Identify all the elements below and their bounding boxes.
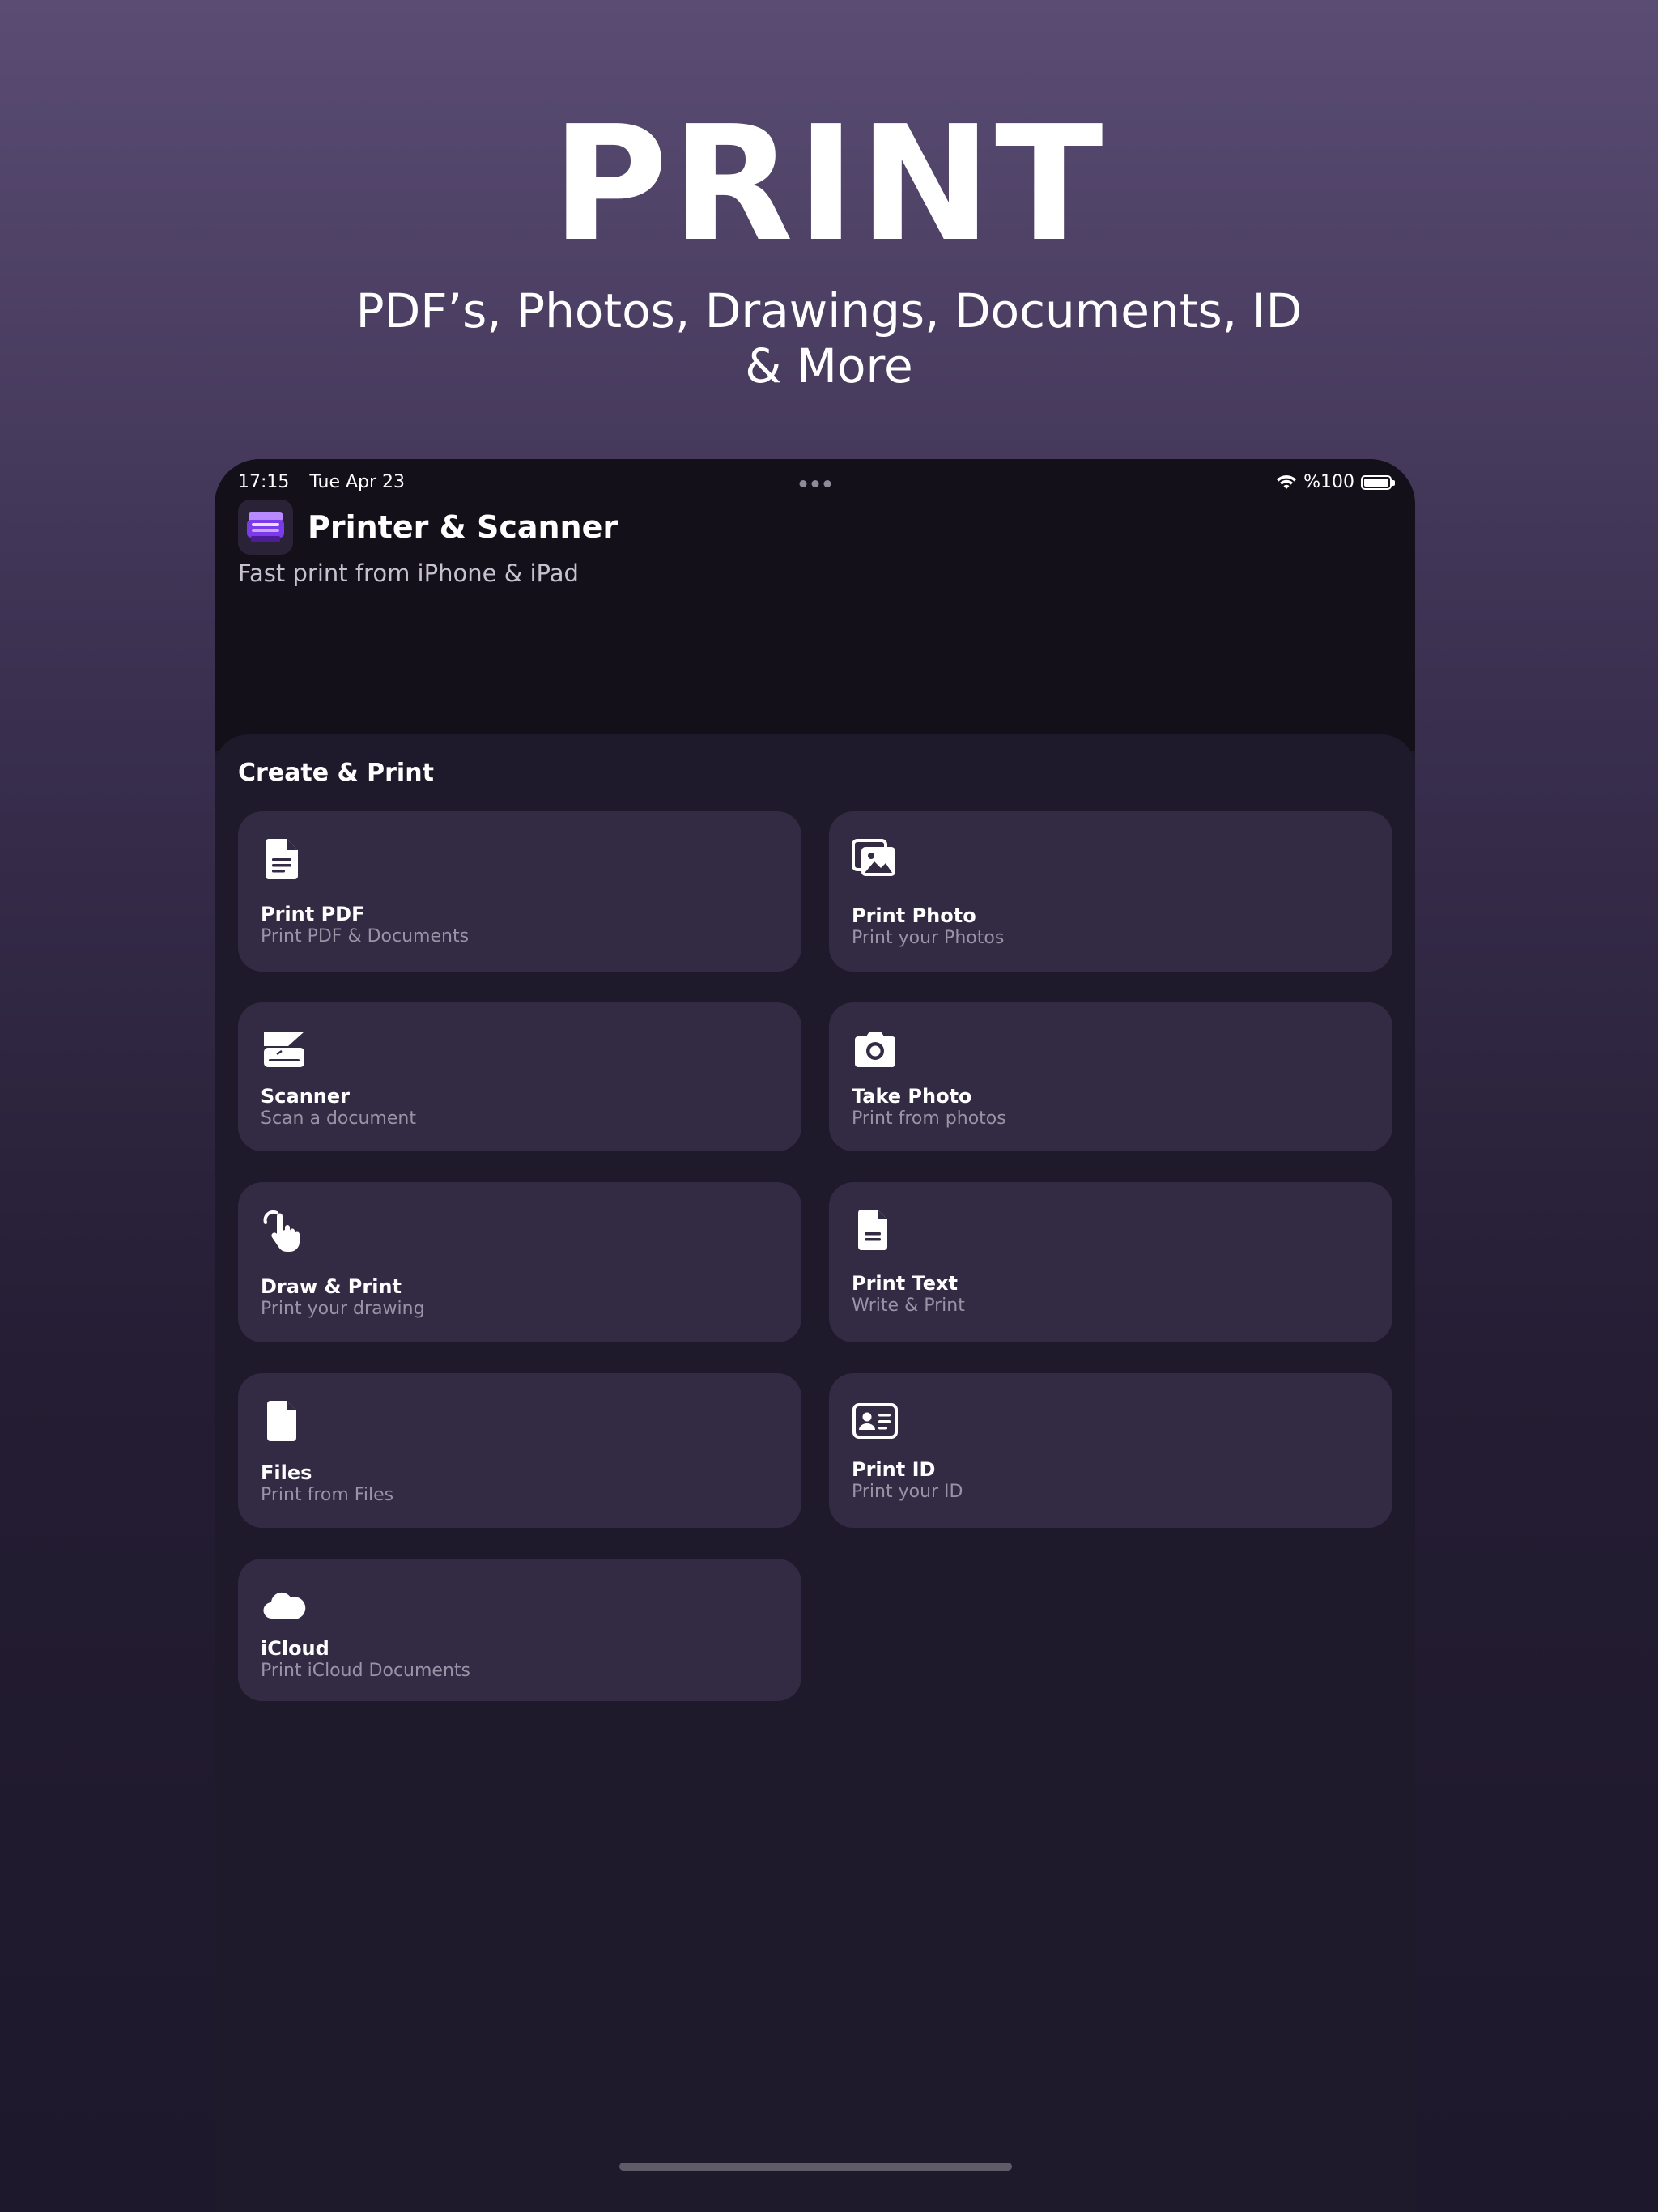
- print-id-card[interactable]: Print ID Print your ID: [829, 1373, 1392, 1528]
- photos-icon: [852, 839, 895, 876]
- card-label: Take Photo: [852, 1085, 972, 1108]
- card-description: Print from photos: [852, 1108, 1006, 1129]
- card-description: Print your drawing: [261, 1299, 425, 1319]
- wifi-icon: [1277, 474, 1297, 489]
- take-photo-card[interactable]: Take Photo Print from photos: [829, 1002, 1392, 1151]
- home-indicator[interactable]: [619, 2163, 1012, 2171]
- card-description: Write & Print: [852, 1295, 965, 1316]
- card-label: Print PDF: [261, 903, 365, 925]
- card-description: Print from Files: [261, 1485, 394, 1505]
- hero-subtitle: PDF’s, Photos, Drawings, Documents, ID &…: [355, 283, 1303, 393]
- text-document-icon: [858, 1210, 887, 1250]
- pdf-document-icon: [266, 839, 298, 879]
- card-label: Print Photo: [852, 904, 976, 927]
- icloud-card[interactable]: iCloud Print iCloud Documents: [238, 1559, 801, 1701]
- battery-icon: [1361, 474, 1395, 490]
- print-text-card[interactable]: Print Text Write & Print: [829, 1182, 1392, 1342]
- status-date: Tue Apr 23: [309, 472, 406, 492]
- battery-percent: %100: [1303, 472, 1354, 492]
- app-header: Printer & Scanner: [238, 500, 618, 555]
- hand-pointer-icon: [263, 1210, 300, 1252]
- multitasking-dots-icon[interactable]: [799, 480, 831, 487]
- print-pdf-card[interactable]: Print PDF Print PDF & Documents: [238, 811, 801, 972]
- tablet-screen: 17:15 Tue Apr 23 %100 Printer & Scanner: [215, 459, 1415, 2212]
- card-label: Print ID: [852, 1458, 936, 1481]
- file-icon: [267, 1401, 296, 1441]
- card-label: Scanner: [261, 1085, 350, 1108]
- app-logo-icon: [238, 500, 293, 555]
- draw-print-card[interactable]: Draw & Print Print your drawing: [238, 1182, 801, 1342]
- print-photo-card[interactable]: Print Photo Print your Photos: [829, 811, 1392, 972]
- card-label: Draw & Print: [261, 1275, 402, 1298]
- camera-icon: [855, 1032, 895, 1067]
- card-label: iCloud: [261, 1637, 329, 1660]
- app-subtitle: Fast print from iPhone & iPad: [238, 559, 579, 587]
- card-label: Print Text: [852, 1272, 958, 1295]
- card-description: Scan a document: [261, 1108, 416, 1129]
- create-print-sheet: Create & Print Print PDF Print PDF & Doc…: [215, 734, 1415, 2212]
- hero-title: PRINT: [551, 92, 1107, 277]
- card-description: Print your Photos: [852, 928, 1005, 948]
- card-description: Print your ID: [852, 1482, 963, 1502]
- status-bar: 17:15 Tue Apr 23 %100: [238, 466, 1395, 498]
- card-description: Print PDF & Documents: [261, 926, 470, 946]
- app-title: Printer & Scanner: [308, 509, 619, 545]
- cloud-icon: [263, 1592, 306, 1619]
- id-card-icon: [852, 1403, 898, 1439]
- scanner-icon: [264, 1032, 304, 1067]
- status-time: 17:15: [238, 472, 290, 492]
- card-label: Files: [261, 1461, 312, 1484]
- files-card[interactable]: Files Print from Files: [238, 1373, 801, 1528]
- section-title: Create & Print: [238, 759, 434, 787]
- scanner-card[interactable]: Scanner Scan a document: [238, 1002, 801, 1151]
- card-description: Print iCloud Documents: [261, 1661, 470, 1681]
